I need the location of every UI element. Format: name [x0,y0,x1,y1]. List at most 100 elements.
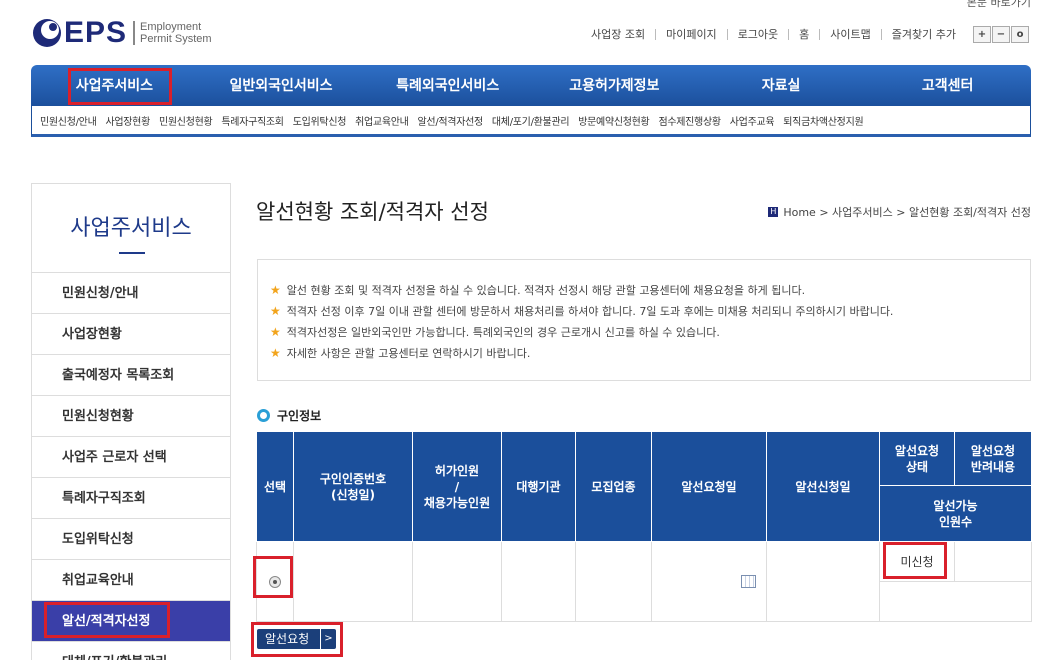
notice-line: ★ 적격자 선정 이후 7일 이내 관할 센터에 방문하서 채용처리를 하셔야 합… [270,301,1030,322]
gnb-special-foreigner-service[interactable]: 특례외국인서비스 [364,65,531,107]
zoom-out-button[interactable]: − [992,26,1010,43]
star-icon: ★ [270,346,281,360]
star-icon: ★ [270,283,281,297]
global-nav: 사업주서비스 일반외국인서비스 특례외국인서비스 고용허가제정보 자료실 고객센… [31,65,1031,107]
gnb-customer-center[interactable]: 고객센터 [864,65,1031,107]
industry-cell [575,541,652,622]
subnav-item[interactable]: 사업주교육 [730,113,775,128]
sidebar-item-entrustment[interactable]: 도입위탁신청 [32,519,230,560]
notice-text: 적격자선정은 일반외국인만 가능합니다. 특례외국인의 경우 근로개시 신고를 … [286,326,720,339]
subnav-item[interactable]: 취업교육안내 [355,113,409,128]
notice-box: ★ 알선 현황 조회 및 적격자 선정을 하실 수 있습니다. 적격자 선정시 해… [257,259,1031,381]
skip-to-content-link[interactable]: 본문 바로가기 [967,0,1031,10]
notice-line: ★ 적격자선정은 일반외국인만 가능합니다. 특례외국인의 경우 근로개시 신고를… [270,322,1030,343]
page-title: 알선현황 조회/적격자 선정 [256,200,489,224]
notice-text: 알선 현황 조회 및 적격자 선정을 하실 수 있습니다. 적격자 선정시 해당… [286,284,806,297]
logo-subtitle-line2: Permit System [140,33,212,45]
highlight-sidebar-referral [44,602,170,638]
col-header-reject-line: 알선요청 [970,443,1016,458]
star-icon: ★ [270,325,281,339]
col-header-reject-line: 반려내용 [970,459,1016,474]
col-header-cert-line: 구인인증번호 [319,471,387,486]
sub-nav: 민원신청/안내 사업장현황 민원신청현황 특례자구직조회 도입위탁신청 취업교육… [31,106,1031,137]
util-link-mypage[interactable]: 마이페이지 [655,29,727,40]
util-link-sitemap[interactable]: 사이트맵 [819,29,880,40]
col-header-application-date: 알선신청일 [766,431,880,542]
gnb-general-foreigner-service[interactable]: 일반외국인서비스 [198,65,365,107]
col-header-request-status: 알선요청 상태 [879,431,955,486]
col-header-permit-count: 허가인원 / 채용가능인원 [412,431,502,542]
eps-logo-mark-icon [32,18,62,48]
sidebar-item-workplace-status[interactable]: 사업장현황 [32,314,230,355]
util-link-add-favorite[interactable]: 즐겨찾기 추가 [880,29,966,40]
section-title-text: 구인정보 [277,409,322,423]
col-header-request-date: 알선요청일 [651,431,767,542]
logo-subtitle-line1: Employment [140,21,202,33]
highlight-status [883,542,947,579]
home-icon: H [768,207,779,217]
sidebar-item-replacement[interactable]: 대체/포기/환불관리 [32,642,230,660]
breadcrumb: H Home > 사업주서비스 > 알선현황 조회/적격자 선정 [768,204,1031,220]
utility-links: 사업장 조회 마이페이지 로그아웃 홈 사이트맵 즐겨찾기 추가 + − o [581,26,1029,43]
col-header-avail-line: 알선가능 [933,498,978,513]
breadcrumb-text[interactable]: Home > 사업주서비스 > 알선현황 조회/적격자 선정 [783,204,1031,220]
highlight-gnb-employer [68,68,172,105]
col-header-permit-line: 채용가능인원 [423,495,491,510]
request-date-cell [651,541,767,622]
agency-cell [501,541,576,622]
sidebar-item-civil-application[interactable]: 민원신청/안내 [32,273,230,314]
col-header-available-count: 알선가능 인원수 [879,485,1032,542]
subnav-item[interactable]: 민원신청현황 [159,113,213,128]
subnav-item[interactable]: 퇴직금차액산정지원 [783,113,863,128]
bullet-circle-icon [257,409,270,422]
zoom-reset-button[interactable]: o [1011,26,1029,43]
available-count-cell [879,581,1032,622]
permit-count-cell [412,541,502,622]
subnav-item[interactable]: 점수제진행상황 [658,113,721,128]
col-header-cert-number: 구인인증번호 (신청일) [293,431,413,542]
sidebar-item-special-job-search[interactable]: 특례자구직조회 [32,478,230,519]
calendar-icon[interactable] [741,575,756,588]
section-title: 구인정보 [257,407,321,424]
col-header-industry: 모집업종 [575,431,652,542]
logo-brand: EPS [64,16,128,49]
subnav-item[interactable]: 대체/포기/환불관리 [492,113,570,128]
notice-text: 자세한 사항은 관할 고용센터로 연락하시기 바랍니다. [286,347,531,360]
col-header-permit-line: / [454,479,460,494]
star-icon: ★ [270,304,281,318]
subnav-item[interactable]: 도입위탁신청 [293,113,347,128]
zoom-in-button[interactable]: + [973,26,991,43]
subnav-item[interactable]: 특례자구직조회 [221,113,284,128]
zoom-controls: + − o [972,26,1029,43]
notice-line: ★ 자세한 사항은 관할 고용센터로 연락하시기 바랍니다. [270,343,1030,364]
reject-reason-cell [954,541,1032,582]
util-link-workplace-search[interactable]: 사업장 조회 [581,29,655,40]
notice-text: 적격자 선정 이후 7일 이내 관할 센터에 방문하서 채용처리를 하셔야 합니… [286,305,894,318]
util-link-logout[interactable]: 로그아웃 [726,29,788,40]
col-header-select: 선택 [256,431,294,542]
logo-subtitle: Employment Permit System [133,21,212,45]
gnb-employment-permit-info[interactable]: 고용허가제정보 [531,65,698,107]
col-header-avail-line: 인원수 [938,514,973,529]
highlight-button [251,622,343,657]
subnav-item[interactable]: 방문예약신청현황 [578,113,650,128]
sidebar-item-departure-list[interactable]: 출국예정자 목록조회 [32,355,230,396]
sidebar-item-job-training[interactable]: 취업교육안내 [32,560,230,601]
sidebar-item-application-status[interactable]: 민원신청현황 [32,396,230,437]
subnav-item[interactable]: 알선/적격자선정 [418,113,484,128]
util-link-home[interactable]: 홈 [788,29,819,40]
job-offer-table: 선택 구인인증번호 (신청일) 허가인원 / 채용가능인원 대행기관 모집업종 알선요… [256,431,1032,622]
col-header-permit-line: 허가인원 [434,463,480,478]
sidebar-item-worker-selection[interactable]: 사업주 근로자 선택 [32,437,230,478]
subnav-item[interactable]: 사업장현황 [105,113,150,128]
eps-logo[interactable]: EPS Employment Permit System [32,18,212,48]
gnb-resources[interactable]: 자료실 [698,65,865,107]
col-header-status-line: 알선요청 [894,443,940,458]
subnav-item[interactable]: 민원신청/안내 [40,113,97,128]
col-header-status-line: 상태 [905,459,929,474]
notice-line: ★ 알선 현황 조회 및 적격자 선정을 하실 수 있습니다. 적격자 선정시 해… [270,280,1030,301]
col-header-reject-reason: 알선요청 반려내용 [954,431,1032,486]
col-header-cert-line: (신청일) [330,487,376,502]
cert-number-cell [293,541,413,622]
col-header-agency: 대행기관 [501,431,576,542]
